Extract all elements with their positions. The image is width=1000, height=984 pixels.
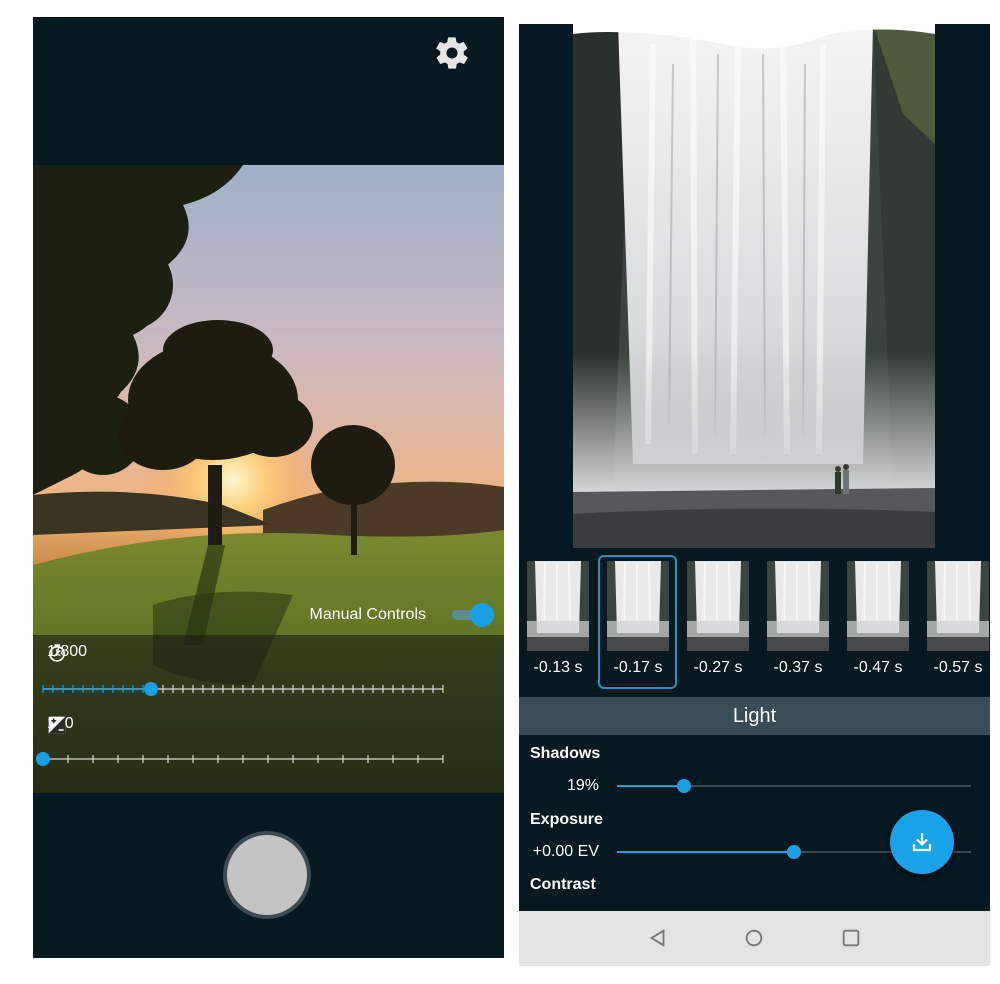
manual-controls-label: Manual Controls [309,606,427,623]
download-icon [912,833,932,852]
variation-thumbnail-label: -0.37 s [773,659,823,676]
variation-strip: -0.13 s -0.17 s -0.27 s -0.37 s -0.47 s -0.57… [519,555,990,691]
variation-thumbnail[interactable] [767,561,829,651]
shutter-speed-icon [49,644,65,662]
gear-icon[interactable] [433,34,471,72]
camera-screen: Manual Controls 1/800 [33,17,504,958]
editor-screen: -0.13 s -0.17 s -0.27 s -0.37 s -0.47 s -0.57… [519,24,990,966]
variation-thumbnail[interactable] [687,561,749,651]
adjustment-slider-fill [617,785,685,787]
adjustment-title: Exposure [530,811,603,828]
variation-thumbnail-label: -0.13 s [533,659,583,676]
shutter-button[interactable] [223,831,311,919]
camera-top-bar [33,17,504,165]
back-icon[interactable] [647,927,669,949]
iso-row: 100 [47,715,74,734]
selected-thumbnail-frame [598,555,677,689]
adjustment-title: Contrast [530,876,596,893]
capture-bar [33,793,504,958]
adjustment-value: 19% [566,777,599,794]
variation-thumbnail[interactable] [927,561,989,651]
manual-controls-toggle[interactable] [450,603,494,627]
adjustment-slider-knob[interactable] [677,779,692,793]
home-icon[interactable] [743,927,765,949]
shutter-speed-slider-knob[interactable] [144,682,158,696]
adjustment-slider-knob[interactable] [787,845,801,859]
light-section-header[interactable]: Light [519,697,990,735]
iso-slider-knob[interactable] [36,752,50,766]
variation-thumbnail-label: -0.47 s [853,659,903,676]
variation-thumbnail-label: -0.57 s [933,659,983,676]
camera-viewfinder[interactable]: Manual Controls 1/800 [33,165,504,793]
adjustment-title: Shadows [530,745,601,762]
recents-icon[interactable] [840,927,862,949]
waterfall-photo[interactable] [573,24,935,548]
shutter-speed-row: 1/800 [47,643,87,662]
adjustment-slider-fill [617,851,794,853]
shutter-speed-slider[interactable] [33,679,453,699]
manual-controls-panel: 1/800 100 [33,635,504,793]
adjustment-value: +0.00 EV [532,843,599,860]
download-button[interactable] [890,810,954,874]
iso-slider[interactable] [33,749,453,769]
variation-thumbnail[interactable] [847,561,909,651]
toggle-knob[interactable] [470,603,494,627]
variation-thumbnail-label: -0.27 s [693,659,743,676]
variation-thumbnail[interactable] [527,561,589,651]
adjustment-slider[interactable] [617,779,971,793]
manual-controls-row: Manual Controls [309,602,494,628]
exposure-icon [48,716,66,734]
system-navigation-bar [519,911,990,966]
waterfall-image [573,24,935,548]
